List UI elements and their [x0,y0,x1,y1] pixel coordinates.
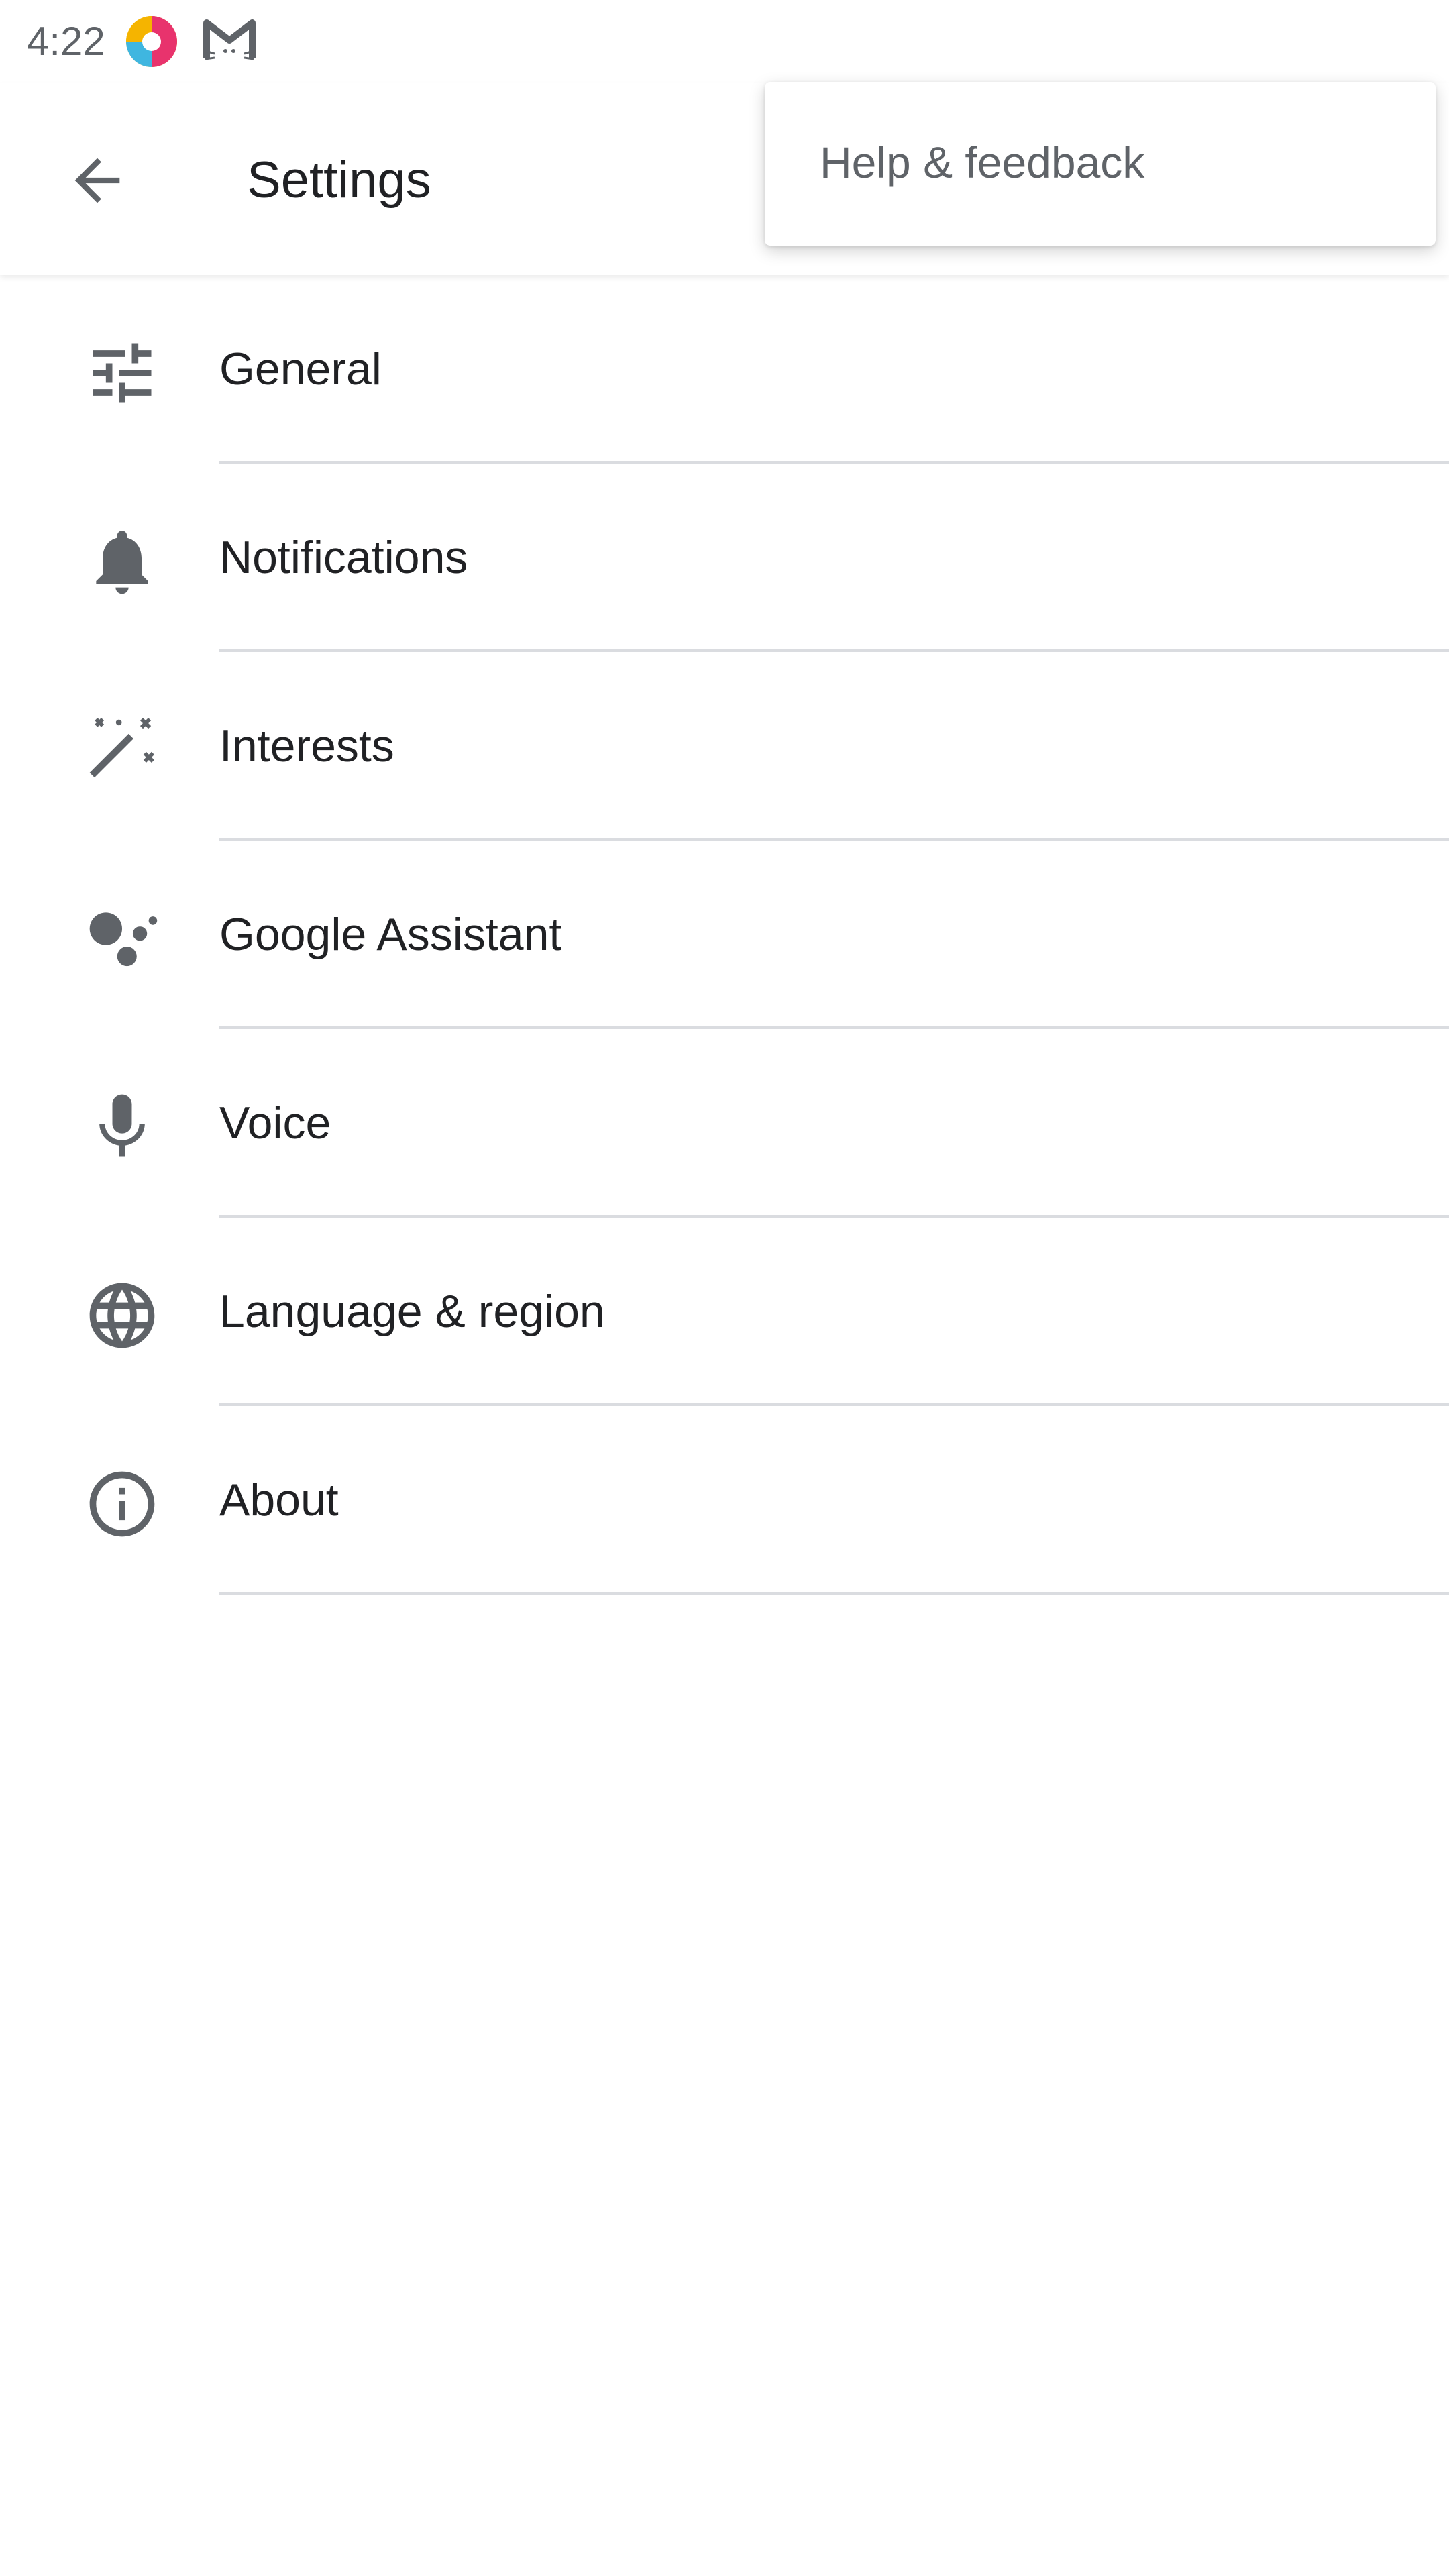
globe-icon [83,1277,161,1354]
menu-item-label: Help & feedback [820,138,1145,187]
settings-item-language-region[interactable]: Language & region [0,1218,1449,1406]
settings-item-label: Voice [219,1097,331,1148]
settings-item-label: Interests [219,720,394,771]
settings-item-about[interactable]: About [0,1406,1449,1595]
status-bar: 4:22 [0,0,1449,83]
bell-icon [83,523,161,600]
settings-item-notifications[interactable]: Notifications [0,464,1449,652]
info-icon [83,1465,161,1543]
app-logo-icon [123,13,180,70]
settings-item-label: About [219,1474,339,1525]
settings-item-label: Language & region [219,1286,605,1337]
divider [219,1592,1449,1595]
settings-item-general[interactable]: General [0,275,1449,464]
gmail-cat-icon [201,13,258,70]
settings-item-voice[interactable]: Voice [0,1029,1449,1218]
settings-item-label: Notifications [219,532,468,583]
overflow-menu: Help & feedback [765,82,1436,246]
tune-icon [83,334,161,412]
settings-list: General Notifications Interests Google A… [0,275,1449,1595]
status-time: 4:22 [27,19,105,64]
microphone-icon [83,1088,161,1166]
back-button[interactable] [54,137,141,224]
settings-item-interests[interactable]: Interests [0,652,1449,841]
settings-item-label: General [219,343,382,394]
assistant-dots-icon [83,900,161,977]
arrow-back-icon [74,158,120,203]
settings-item-label: Google Assistant [219,909,562,960]
menu-item-help-feedback[interactable]: Help & feedback [765,82,1436,246]
settings-item-google-assistant[interactable]: Google Assistant [0,841,1449,1029]
page-title: Settings [247,152,431,209]
magic-wand-icon [83,711,161,789]
